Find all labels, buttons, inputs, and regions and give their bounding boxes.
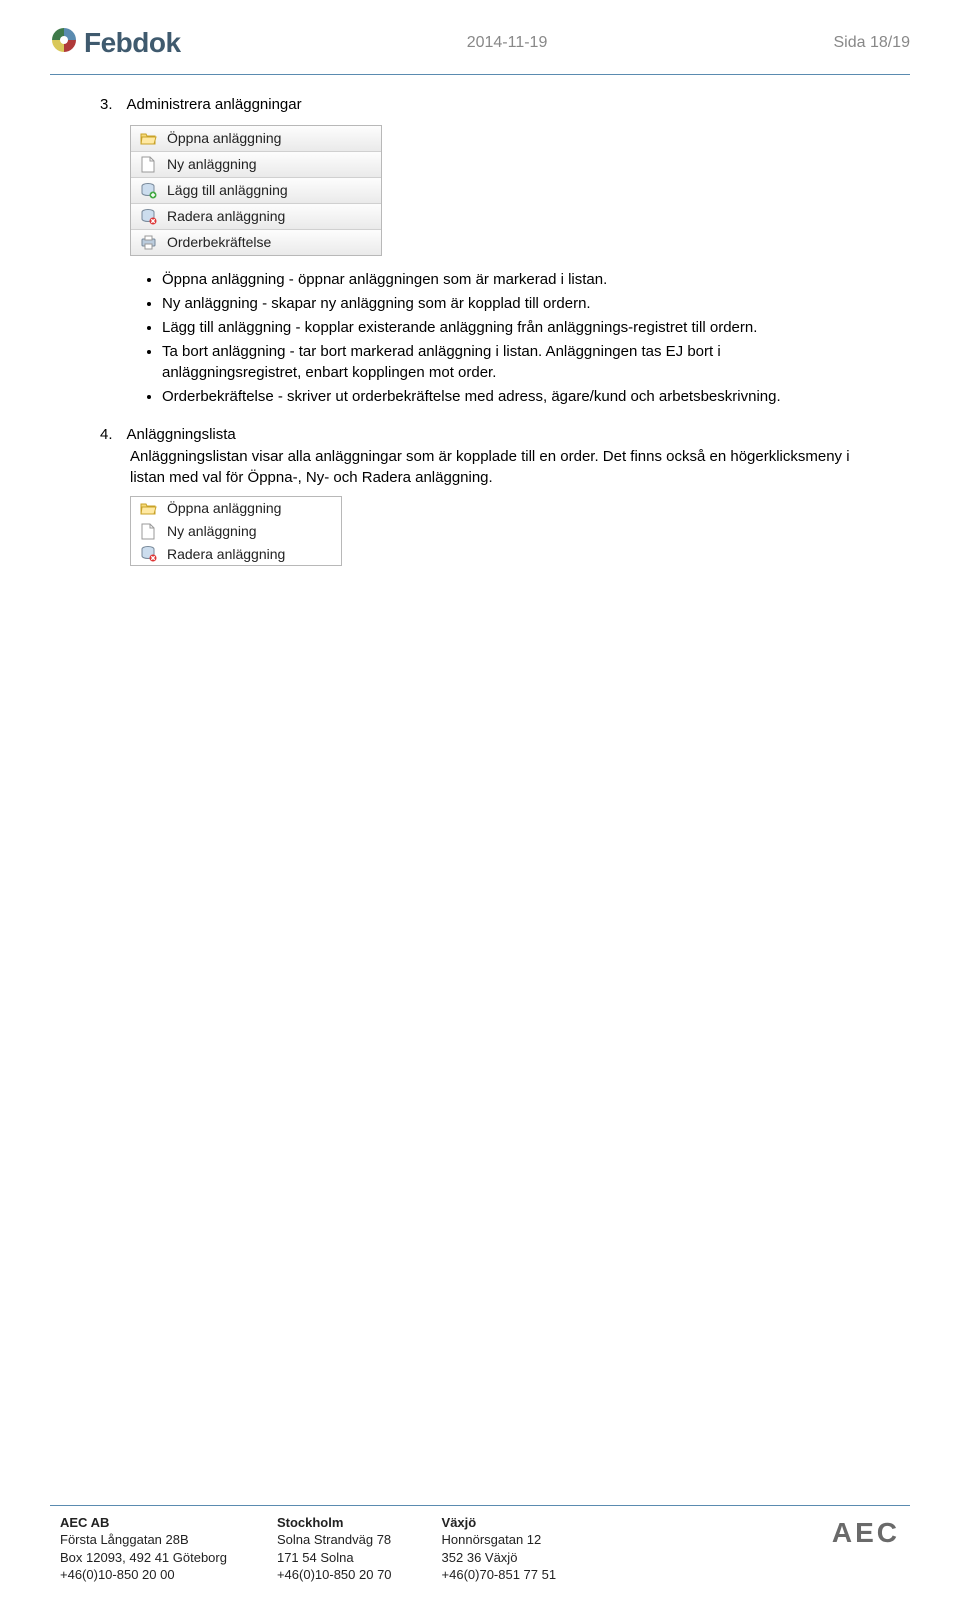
bullet-item: Ny anläggning - skapar ny anläggning som… [162,294,860,314]
toolbar-label: Öppna anläggning [167,129,281,148]
footer-org: AEC AB [60,1514,227,1532]
bullet-item: Lägg till anläggning - kopplar existeran… [162,318,860,338]
context-label: Öppna anläggning [167,499,281,518]
database-delete-icon [139,207,157,225]
febdok-logo: Febdok [50,24,181,62]
aec-logo: AEC [832,1514,900,1552]
footer-col-stockholm: Stockholm Solna Strandväg 78 171 54 Soln… [277,1514,392,1584]
section-number: 4. [100,425,113,445]
footer-line: 352 36 Växjö [442,1549,557,1567]
document-page: Febdok 2014-11-19 Sida 18/19 3. Administ… [40,0,920,1604]
footer-line: Box 12093, 492 41 Göteborg [60,1549,227,1567]
footer-col-vaxjo: Växjö Honnörsgatan 12 352 36 Växjö +46(0… [442,1514,557,1584]
toolbar-open[interactable]: Öppna anläggning [131,126,381,152]
toolbar-delete[interactable]: Radera anläggning [131,204,381,230]
context-delete[interactable]: Radera anläggning [131,543,341,566]
toolbar-add[interactable]: Lägg till anläggning [131,178,381,204]
admin-toolbar: Öppna anläggning Ny anläggning Lägg till… [130,125,382,255]
footer-city: Stockholm [277,1514,392,1532]
footer-line: +46(0)70-851 77 51 [442,1566,557,1584]
bullet-item: Öppna anläggning - öppnar anläggningen s… [162,270,860,290]
database-delete-icon [139,545,157,563]
section-4-body: Anläggningslistan visar alla anläggninga… [100,447,860,488]
footer-line: Solna Strandväg 78 [277,1531,392,1549]
section-3-heading: 3. Administrera anläggningar [100,95,860,115]
new-file-icon [139,522,157,540]
footer-line: Första Långgatan 28B [60,1531,227,1549]
toolbar-confirmation[interactable]: Orderbekräftelse [131,230,381,255]
context-new[interactable]: Ny anläggning [131,520,341,543]
footer-line: +46(0)10-850 20 70 [277,1566,392,1584]
context-open[interactable]: Öppna anläggning [131,497,341,520]
document-print-icon [139,233,157,251]
section-title: Anläggningslista [127,425,236,445]
aec-logo-text: AEC [832,1514,900,1552]
context-menu: Öppna anläggning Ny anläggning Radera an… [130,496,342,567]
footer-line: 171 54 Solna [277,1549,392,1567]
febdok-logo-icon [50,26,78,60]
toolbar-new[interactable]: Ny anläggning [131,152,381,178]
page-footer: AEC AB Första Långgatan 28B Box 12093, 4… [40,1505,920,1584]
footer-line: Honnörsgatan 12 [442,1531,557,1549]
toolbar-label: Orderbekräftelse [167,233,271,252]
content-area: 3. Administrera anläggningar Öppna anläg… [40,95,920,567]
febdok-logo-text: Febdok [84,24,181,62]
bullet-item: Ta bort anläggning - tar bort markerad a… [162,342,860,383]
toolbar-label: Radera anläggning [167,207,285,226]
open-folder-icon [139,129,157,147]
header-date: 2014-11-19 [467,32,548,54]
bullet-item: Orderbekräftelse - skriver ut orderbekrä… [162,387,860,407]
page-header: Febdok 2014-11-19 Sida 18/19 [40,24,920,68]
toolbar-label: Ny anläggning [167,155,257,174]
footer-city: Växjö [442,1514,557,1532]
context-label: Radera anläggning [167,545,285,564]
toolbar-label: Lägg till anläggning [167,181,288,200]
section-4-heading: 4. Anläggningslista [100,425,860,445]
section-number: 3. [100,95,113,115]
new-file-icon [139,155,157,173]
open-folder-icon [139,499,157,517]
header-rule [50,74,910,75]
context-label: Ny anläggning [167,522,257,541]
database-add-icon [139,181,157,199]
footer-col-goteborg: AEC AB Första Långgatan 28B Box 12093, 4… [60,1514,227,1584]
header-page-number: Sida 18/19 [833,32,910,54]
footer-columns: AEC AB Första Långgatan 28B Box 12093, 4… [40,1514,920,1584]
section-3-bullets: Öppna anläggning - öppnar anläggningen s… [100,270,860,408]
footer-rule [50,1505,910,1506]
section-title: Administrera anläggningar [127,95,302,115]
footer-line: +46(0)10-850 20 00 [60,1566,227,1584]
